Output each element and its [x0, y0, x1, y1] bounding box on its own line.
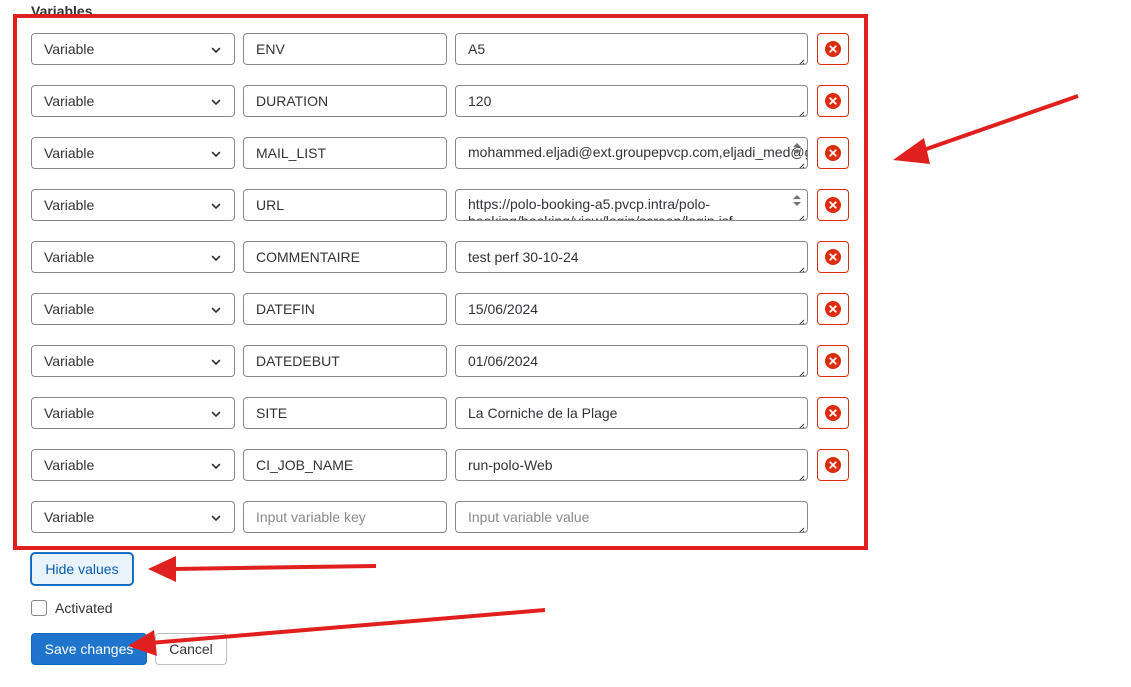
- hide-values-button[interactable]: Hide values: [31, 553, 133, 585]
- activated-label: Activated: [55, 600, 113, 616]
- cancel-button[interactable]: Cancel: [155, 633, 227, 665]
- activated-option[interactable]: Activated: [31, 600, 113, 616]
- save-changes-button[interactable]: Save changes: [31, 633, 147, 665]
- annotation-highlight-box: [13, 14, 868, 550]
- annotation-arrow-variables: [893, 94, 1079, 164]
- activated-checkbox[interactable]: [31, 600, 47, 616]
- annotation-arrow-hide-values: [148, 556, 377, 582]
